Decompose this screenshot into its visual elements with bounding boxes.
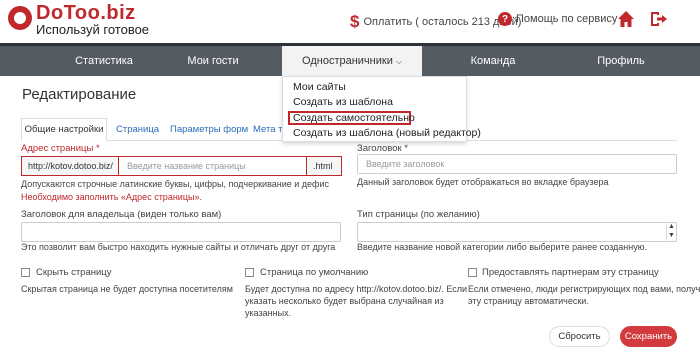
share-partners-desc-line1: Если отмечено, люди регистрирующих под в… xyxy=(468,284,700,294)
share-partners-label: Предоставлять партнерам эту страницу xyxy=(482,267,659,278)
page-type-label: Тип страницы (по желанию) xyxy=(357,209,480,220)
select-arrows-icon[interactable]: ▲ ▼ xyxy=(666,222,676,242)
default-page-desc-line3: указанных. xyxy=(245,308,292,318)
reset-button[interactable]: Сбросить xyxy=(549,326,610,347)
landing-pages-dropdown: Мои сайты Создать из шаблона Создать сам… xyxy=(282,76,481,142)
hide-page-checkbox[interactable] xyxy=(21,268,30,277)
page-type-hint: Введите название новой категории либо вы… xyxy=(357,242,647,252)
help-icon: ? xyxy=(498,12,512,26)
dropdown-item-create-yourself[interactable]: Создать самостоятельно xyxy=(293,112,415,124)
nav-item-team[interactable]: Команда xyxy=(423,46,563,76)
share-partners-checkbox[interactable] xyxy=(468,268,477,277)
top-bar: DoToo.biz Используй готовое $ Оплатить (… xyxy=(0,0,700,40)
main-nav: Статистика Мои гости Одностраничники ⌵ К… xyxy=(0,43,700,76)
share-partners-desc-line2: эту страницу автоматически. xyxy=(468,296,589,306)
nav-item-profile[interactable]: Профиль xyxy=(551,46,691,76)
heading-input[interactable]: Введите заголовок xyxy=(357,154,677,174)
logo-mark-icon xyxy=(8,6,32,30)
address-label: Адрес страницы * xyxy=(21,143,100,154)
payment-link[interactable]: $ Оплатить ( осталось 213 дней) xyxy=(350,12,521,32)
heading-label: Заголовок * xyxy=(357,143,409,154)
hide-page-desc: Скрытая страница не будет доступна посет… xyxy=(21,284,233,294)
address-error: Необходимо заполнить «Адрес страницы». xyxy=(21,192,202,202)
page-title: Редактирование xyxy=(22,86,137,103)
save-button[interactable]: Сохранить xyxy=(620,326,677,347)
dropdown-item-from-template[interactable]: Создать из шаблона xyxy=(293,96,393,108)
owner-title-label: Заголовок для владельца (виден только ва… xyxy=(21,209,222,220)
default-page-label: Страница по умолчанию xyxy=(260,267,369,278)
tab-form-params[interactable]: Параметры форм xyxy=(170,124,248,135)
logo-tagline: Используй готовое xyxy=(36,22,150,37)
home-icon[interactable] xyxy=(617,10,635,28)
dollar-icon: $ xyxy=(350,12,360,31)
logo[interactable]: DoToo.biz Используй готовое xyxy=(8,2,178,38)
owner-title-input[interactable] xyxy=(21,222,341,242)
default-page-desc-line1: Будет доступна по адресу http://kotov.do… xyxy=(245,284,468,294)
chevron-down-icon: ⌵ xyxy=(395,57,402,66)
nav-item-guests[interactable]: Мои гости xyxy=(143,46,283,76)
address-hint: Допускаются строчные латинские буквы, ци… xyxy=(21,179,329,189)
default-page-checkbox[interactable] xyxy=(245,268,254,277)
address-suffix: .html xyxy=(307,156,342,176)
default-page-desc-line2: указать несколько будет выбрана случайна… xyxy=(245,296,444,306)
address-input[interactable]: Введите название страницы xyxy=(118,156,307,176)
help-label: Помощь по сервису xyxy=(516,13,618,25)
exit-icon[interactable] xyxy=(650,11,668,27)
dropdown-item-my-sites[interactable]: Мои сайты xyxy=(293,81,346,93)
tab-page[interactable]: Страница xyxy=(116,124,159,135)
nav-item-landing-pages-label: Одностраничники xyxy=(302,55,393,67)
dropdown-item-from-template-new-editor[interactable]: Создать из шаблона (новый редактор) xyxy=(293,127,481,139)
nav-item-landing-pages[interactable]: Одностраничники ⌵ xyxy=(282,46,422,76)
page-type-select[interactable] xyxy=(357,222,677,242)
owner-title-hint: Это позволит вам быстро находить нужные … xyxy=(21,242,336,252)
hide-page-label: Скрыть страницу xyxy=(36,267,112,278)
help-menu[interactable]: ? Помощь по сервису ▼ xyxy=(498,12,629,26)
address-prefix: http://kotov.dotoo.biz/ xyxy=(21,156,118,176)
tab-general-settings[interactable]: Общие настройки xyxy=(21,118,107,141)
heading-hint: Данный заголовок будет отображаться во в… xyxy=(357,177,609,187)
